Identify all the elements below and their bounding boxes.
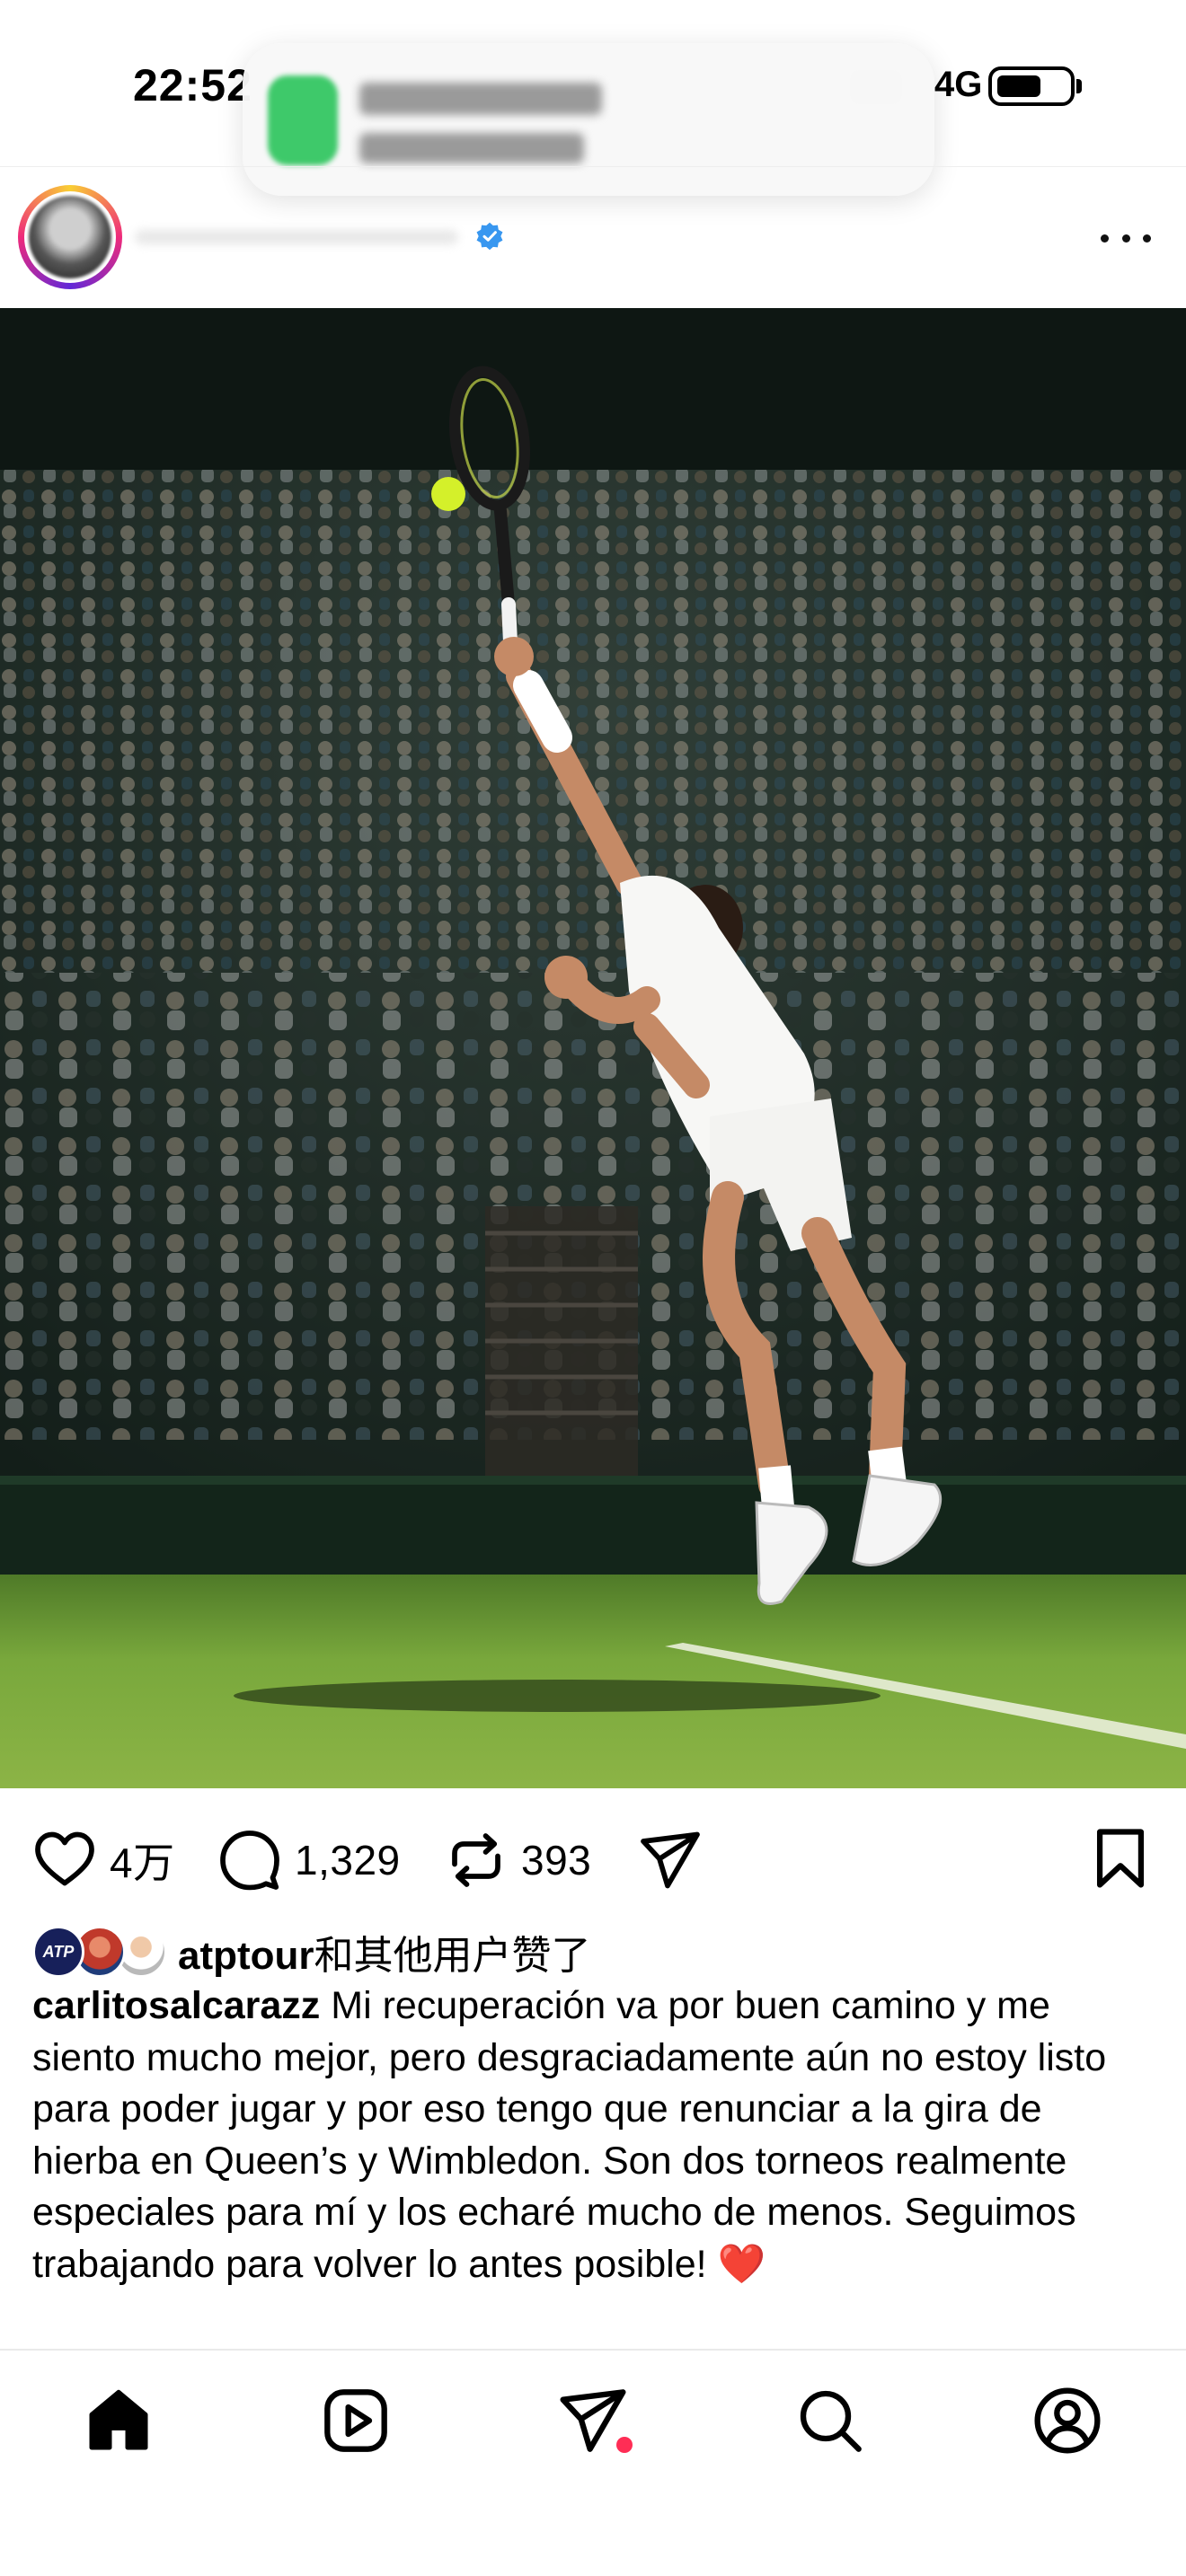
liked-by-suffix: 和其他用户赞了 (314, 1934, 591, 1978)
home-icon (89, 2389, 148, 2450)
send-icon (641, 1831, 700, 1889)
battery-cap (1076, 79, 1082, 93)
repost-icon (452, 1833, 500, 1887)
like-button[interactable]: 4万 (32, 1828, 175, 1892)
more-icon[interactable] (1101, 225, 1151, 251)
likes-count: 4万 (110, 1839, 175, 1886)
nav-reels[interactable] (320, 2385, 392, 2457)
reposts-count: 393 (521, 1837, 592, 1883)
search-icon (800, 2390, 862, 2452)
atp-avatar: ATP (32, 1926, 84, 1978)
post-image[interactable] (0, 308, 1186, 1788)
verified-badge-icon (476, 222, 503, 251)
bottom-nav (0, 2349, 1186, 2576)
reels-icon (324, 2389, 387, 2452)
nav-home[interactable] (83, 2385, 155, 2457)
post-actions: 4万 1,329 393 (0, 1788, 1186, 1923)
caption-text: Mi recuperación va por buen camino y me … (32, 1984, 1107, 2286)
liked-by-avatars: ATP (32, 1924, 169, 1980)
battery-icon (988, 66, 1075, 106)
liked-by-user[interactable]: atptour (178, 1934, 314, 1978)
liked-by-text: atptour和其他用户赞了 (178, 1923, 591, 1981)
bookmark-icon[interactable] (1089, 1826, 1152, 1891)
post-header (0, 166, 1186, 308)
post-username[interactable] (135, 230, 458, 244)
nav-profile[interactable] (1031, 2385, 1103, 2457)
nav-search[interactable] (794, 2385, 866, 2457)
avatar[interactable] (18, 185, 122, 289)
share-button[interactable] (638, 1828, 703, 1892)
notification-dot (616, 2437, 633, 2453)
post-caption: carlitosalcarazz Mi recuperación va por … (32, 1981, 1155, 2290)
network-type: 4G (934, 65, 983, 104)
repost-button[interactable]: 393 (444, 1828, 591, 1892)
heart-icon (35, 1831, 94, 1886)
comments-count: 1,329 (295, 1837, 401, 1883)
profile-icon (1034, 2387, 1101, 2454)
comment-button[interactable]: 1,329 (217, 1828, 401, 1892)
caption-username[interactable]: carlitosalcarazz (32, 1984, 320, 2027)
status-time: 22:52 (133, 60, 252, 110)
tennis-photo (0, 308, 1186, 1788)
app-icon (268, 75, 338, 165)
comment-icon (220, 1831, 279, 1891)
liked-by[interactable]: ATP atptour和其他用户赞了 (32, 1924, 591, 1980)
